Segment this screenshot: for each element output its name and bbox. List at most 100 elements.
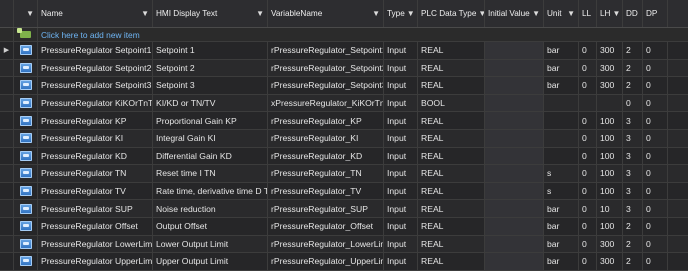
dp-cell[interactable]: 0 bbox=[643, 112, 668, 129]
row-selector[interactable] bbox=[0, 147, 14, 165]
table-row[interactable]: PressureRegulator Setpoint3 Setpoint 3 rPr… bbox=[0, 77, 688, 95]
variable-name-cell[interactable]: rPressureRegulator_UpperLimit bbox=[268, 253, 384, 270]
row-selector[interactable] bbox=[0, 253, 14, 270]
ll-cell[interactable]: 0 bbox=[579, 147, 597, 165]
ll-cell[interactable]: 0 bbox=[579, 77, 597, 94]
initial-value-cell[interactable] bbox=[485, 147, 544, 165]
plc-data-type-cell[interactable]: REAL bbox=[418, 59, 485, 77]
unit-cell[interactable] bbox=[544, 129, 579, 147]
ll-cell[interactable]: 0 bbox=[579, 129, 597, 147]
filter-icon[interactable]: ▼ bbox=[612, 9, 620, 18]
hmi-text-cell[interactable]: Differential Gain KD bbox=[153, 147, 268, 165]
variable-name-cell[interactable]: rPressureRegulator_TV bbox=[268, 182, 384, 200]
plc-data-type-cell[interactable]: REAL bbox=[418, 200, 485, 217]
dp-cell[interactable]: 0 bbox=[643, 42, 668, 59]
name-cell[interactable]: PressureRegulator KD bbox=[38, 147, 153, 165]
initial-value-cell[interactable] bbox=[485, 217, 544, 235]
dp-cell[interactable]: 0 bbox=[643, 59, 668, 77]
unit-cell[interactable]: s bbox=[544, 165, 579, 182]
unit-cell[interactable] bbox=[544, 147, 579, 165]
table-row[interactable]: PressureRegulator KD Differential Gain KD… bbox=[0, 147, 688, 166]
initial-value-cell[interactable] bbox=[485, 165, 544, 182]
ll-cell[interactable]: 0 bbox=[579, 42, 597, 59]
lh-cell[interactable]: 100 bbox=[597, 217, 623, 235]
header-dd[interactable]: DD bbox=[623, 0, 643, 27]
ll-cell[interactable]: 0 bbox=[579, 112, 597, 129]
variable-name-cell[interactable]: rPressureRegulator_TN bbox=[268, 165, 384, 182]
plc-data-type-cell[interactable]: BOOL bbox=[418, 94, 485, 112]
row-selector[interactable] bbox=[0, 217, 14, 235]
unit-cell[interactable]: bar bbox=[544, 253, 579, 270]
ll-cell[interactable]: 0 bbox=[579, 253, 597, 270]
dd-cell[interactable]: 0 bbox=[623, 94, 643, 112]
dd-cell[interactable]: 3 bbox=[623, 129, 643, 147]
filter-icon[interactable]: ▼ bbox=[567, 9, 575, 18]
variable-name-cell[interactable]: rPressureRegulator_Setpoint3 bbox=[268, 77, 384, 94]
initial-value-cell[interactable] bbox=[485, 200, 544, 217]
header-name[interactable]: Name ▼ bbox=[38, 0, 153, 27]
filter-icon[interactable]: ▼ bbox=[532, 9, 540, 18]
header-variable-name[interactable]: VariableName ▼ bbox=[268, 0, 384, 27]
unit-cell[interactable]: s bbox=[544, 182, 579, 200]
plc-data-type-cell[interactable]: REAL bbox=[418, 253, 485, 270]
dp-cell[interactable]: 0 bbox=[643, 94, 668, 112]
filter-icon[interactable]: ▼ bbox=[256, 9, 264, 18]
type-cell[interactable]: Input bbox=[384, 182, 418, 200]
initial-value-cell[interactable] bbox=[485, 42, 544, 59]
lh-cell[interactable]: 10 bbox=[597, 200, 623, 217]
row-selector[interactable] bbox=[0, 129, 14, 147]
plc-data-type-cell[interactable]: REAL bbox=[418, 217, 485, 235]
table-row[interactable]: PressureRegulator KI Integral Gain KI rPre… bbox=[0, 129, 688, 148]
dd-cell[interactable]: 2 bbox=[623, 217, 643, 235]
table-row[interactable]: PressureRegulator KiKOrTnTv KI/KD or TN/T… bbox=[0, 94, 688, 113]
table-row[interactable]: PressureRegulator LowerLimit Lower Output… bbox=[0, 235, 688, 254]
variable-name-cell[interactable]: rPressureRegulator_SUP bbox=[268, 200, 384, 217]
table-row[interactable]: PressureRegulator KP Proportional Gain KP… bbox=[0, 112, 688, 130]
dp-cell[interactable]: 0 bbox=[643, 147, 668, 165]
table-row[interactable]: PressureRegulator Offset Output Offset rPr… bbox=[0, 217, 688, 236]
variable-name-cell[interactable]: rPressureRegulator_KD bbox=[268, 147, 384, 165]
filter-icon[interactable]: ▼ bbox=[372, 9, 380, 18]
unit-cell[interactable]: bar bbox=[544, 59, 579, 77]
table-row[interactable]: PressureRegulator TV Rate time, derivativ… bbox=[0, 182, 688, 201]
type-cell[interactable]: Input bbox=[384, 42, 418, 59]
header-lh[interactable]: LH ▼ bbox=[597, 0, 623, 27]
table-row[interactable]: PressureRegulator SUP Noise reduction rPre… bbox=[0, 200, 688, 218]
lh-cell[interactable]: 300 bbox=[597, 59, 623, 77]
lh-cell[interactable]: 300 bbox=[597, 42, 623, 59]
ll-cell[interactable]: 0 bbox=[579, 217, 597, 235]
variable-name-cell[interactable]: rPressureRegulator_Setpoint1 bbox=[268, 42, 384, 59]
name-cell[interactable]: PressureRegulator LowerLimit bbox=[38, 235, 153, 253]
hmi-text-cell[interactable]: KI/KD or TN/TV bbox=[153, 94, 268, 112]
initial-value-cell[interactable] bbox=[485, 129, 544, 147]
table-row[interactable]: ▶ PressureRegulator Setpoint1 Setpoint 1 rP… bbox=[0, 42, 688, 60]
dp-cell[interactable]: 0 bbox=[643, 165, 668, 182]
hmi-text-cell[interactable]: Noise reduction bbox=[153, 200, 268, 217]
dp-cell[interactable]: 0 bbox=[643, 182, 668, 200]
unit-cell[interactable]: bar bbox=[544, 77, 579, 94]
initial-value-cell[interactable] bbox=[485, 235, 544, 253]
lh-cell[interactable]: 100 bbox=[597, 129, 623, 147]
type-cell[interactable]: Input bbox=[384, 129, 418, 147]
hmi-text-cell[interactable]: Integral Gain KI bbox=[153, 129, 268, 147]
type-cell[interactable]: Input bbox=[384, 147, 418, 165]
plc-data-type-cell[interactable]: REAL bbox=[418, 42, 485, 59]
initial-value-cell[interactable] bbox=[485, 112, 544, 129]
header-unit[interactable]: Unit ▼ bbox=[544, 0, 579, 27]
unit-cell[interactable] bbox=[544, 94, 579, 112]
type-cell[interactable]: Input bbox=[384, 94, 418, 112]
name-cell[interactable]: PressureRegulator Setpoint3 bbox=[38, 77, 153, 94]
header-icon-col[interactable]: ▼ bbox=[14, 0, 38, 27]
dd-cell[interactable]: 3 bbox=[623, 182, 643, 200]
hmi-text-cell[interactable]: Setpoint 3 bbox=[153, 77, 268, 94]
header-ll[interactable]: LL bbox=[579, 0, 597, 27]
lh-cell[interactable]: 100 bbox=[597, 182, 623, 200]
header-plc-data-type[interactable]: PLC Data Type▼ bbox=[418, 0, 485, 27]
hmi-text-cell[interactable]: Reset time I TN bbox=[153, 165, 268, 182]
unit-cell[interactable]: bar bbox=[544, 217, 579, 235]
lh-cell[interactable]: 100 bbox=[597, 112, 623, 129]
row-selector[interactable] bbox=[0, 165, 14, 182]
header-dp[interactable]: DP bbox=[643, 0, 668, 27]
hmi-text-cell[interactable]: Rate time, derivative time D TV bbox=[153, 182, 268, 200]
name-cell[interactable]: PressureRegulator KiKOrTnTv bbox=[38, 94, 153, 112]
